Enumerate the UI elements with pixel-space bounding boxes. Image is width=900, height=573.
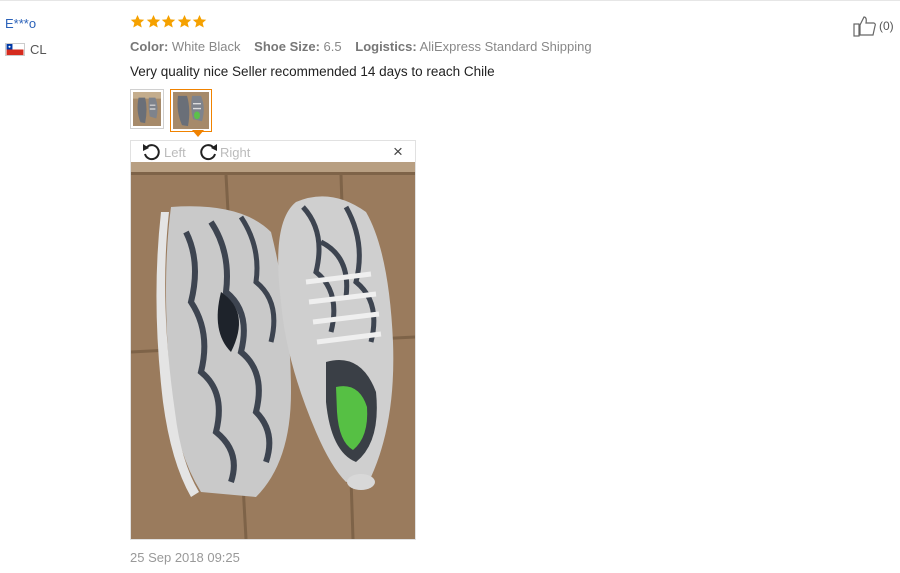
rotate-right-button[interactable]: Right [197,142,250,162]
star-icon [161,14,176,28]
photo-viewer: Left Right × [130,140,416,540]
thumbs-up-icon [853,16,876,37]
shoe-thumbnail-image [173,92,209,129]
photo-thumbnail[interactable] [130,89,164,129]
close-viewer-button[interactable]: × [391,143,405,160]
chile-flag-icon [5,43,25,56]
shoe-thumbnail-image [133,92,161,126]
star-icon [177,14,191,28]
attr-color: Color: White Black [130,39,241,54]
shoe-photo-image [131,162,415,539]
divider [0,0,900,1]
star-rating [130,14,208,29]
review-date: 25 Sep 2018 09:25 [130,550,240,565]
review-text: Very quality nice Seller recommended 14 … [130,64,495,79]
photo-viewer-toolbar: Left Right × [131,141,415,162]
star-icon [146,14,160,28]
helpful-count: (0) [879,19,894,33]
star-icon [130,14,145,28]
attr-shoe-size: Shoe Size: 6.5 [254,39,342,54]
reviewer-country: CL [5,42,47,57]
rotate-left-button[interactable]: Left [141,142,186,162]
rotate-left-icon [143,144,160,161]
selected-photo-pointer [192,130,204,137]
rotate-right-label: Right [220,144,251,160]
attr-logistics: Logistics: AliExpress Standard Shipping [355,39,592,54]
rotate-right-icon [200,144,217,161]
review-photo [131,162,415,539]
star-icon [192,14,207,28]
helpful-button[interactable]: (0) [853,15,894,37]
rotate-left-label: Left [164,144,186,160]
order-attributes: Color: White Black Shoe Size: 6.5 Logist… [130,39,602,54]
photo-thumbnail-selected[interactable] [170,89,212,132]
photo-thumbnails [130,89,218,132]
country-code: CL [30,42,47,57]
reviewer-name-link[interactable]: E***o [5,16,36,31]
